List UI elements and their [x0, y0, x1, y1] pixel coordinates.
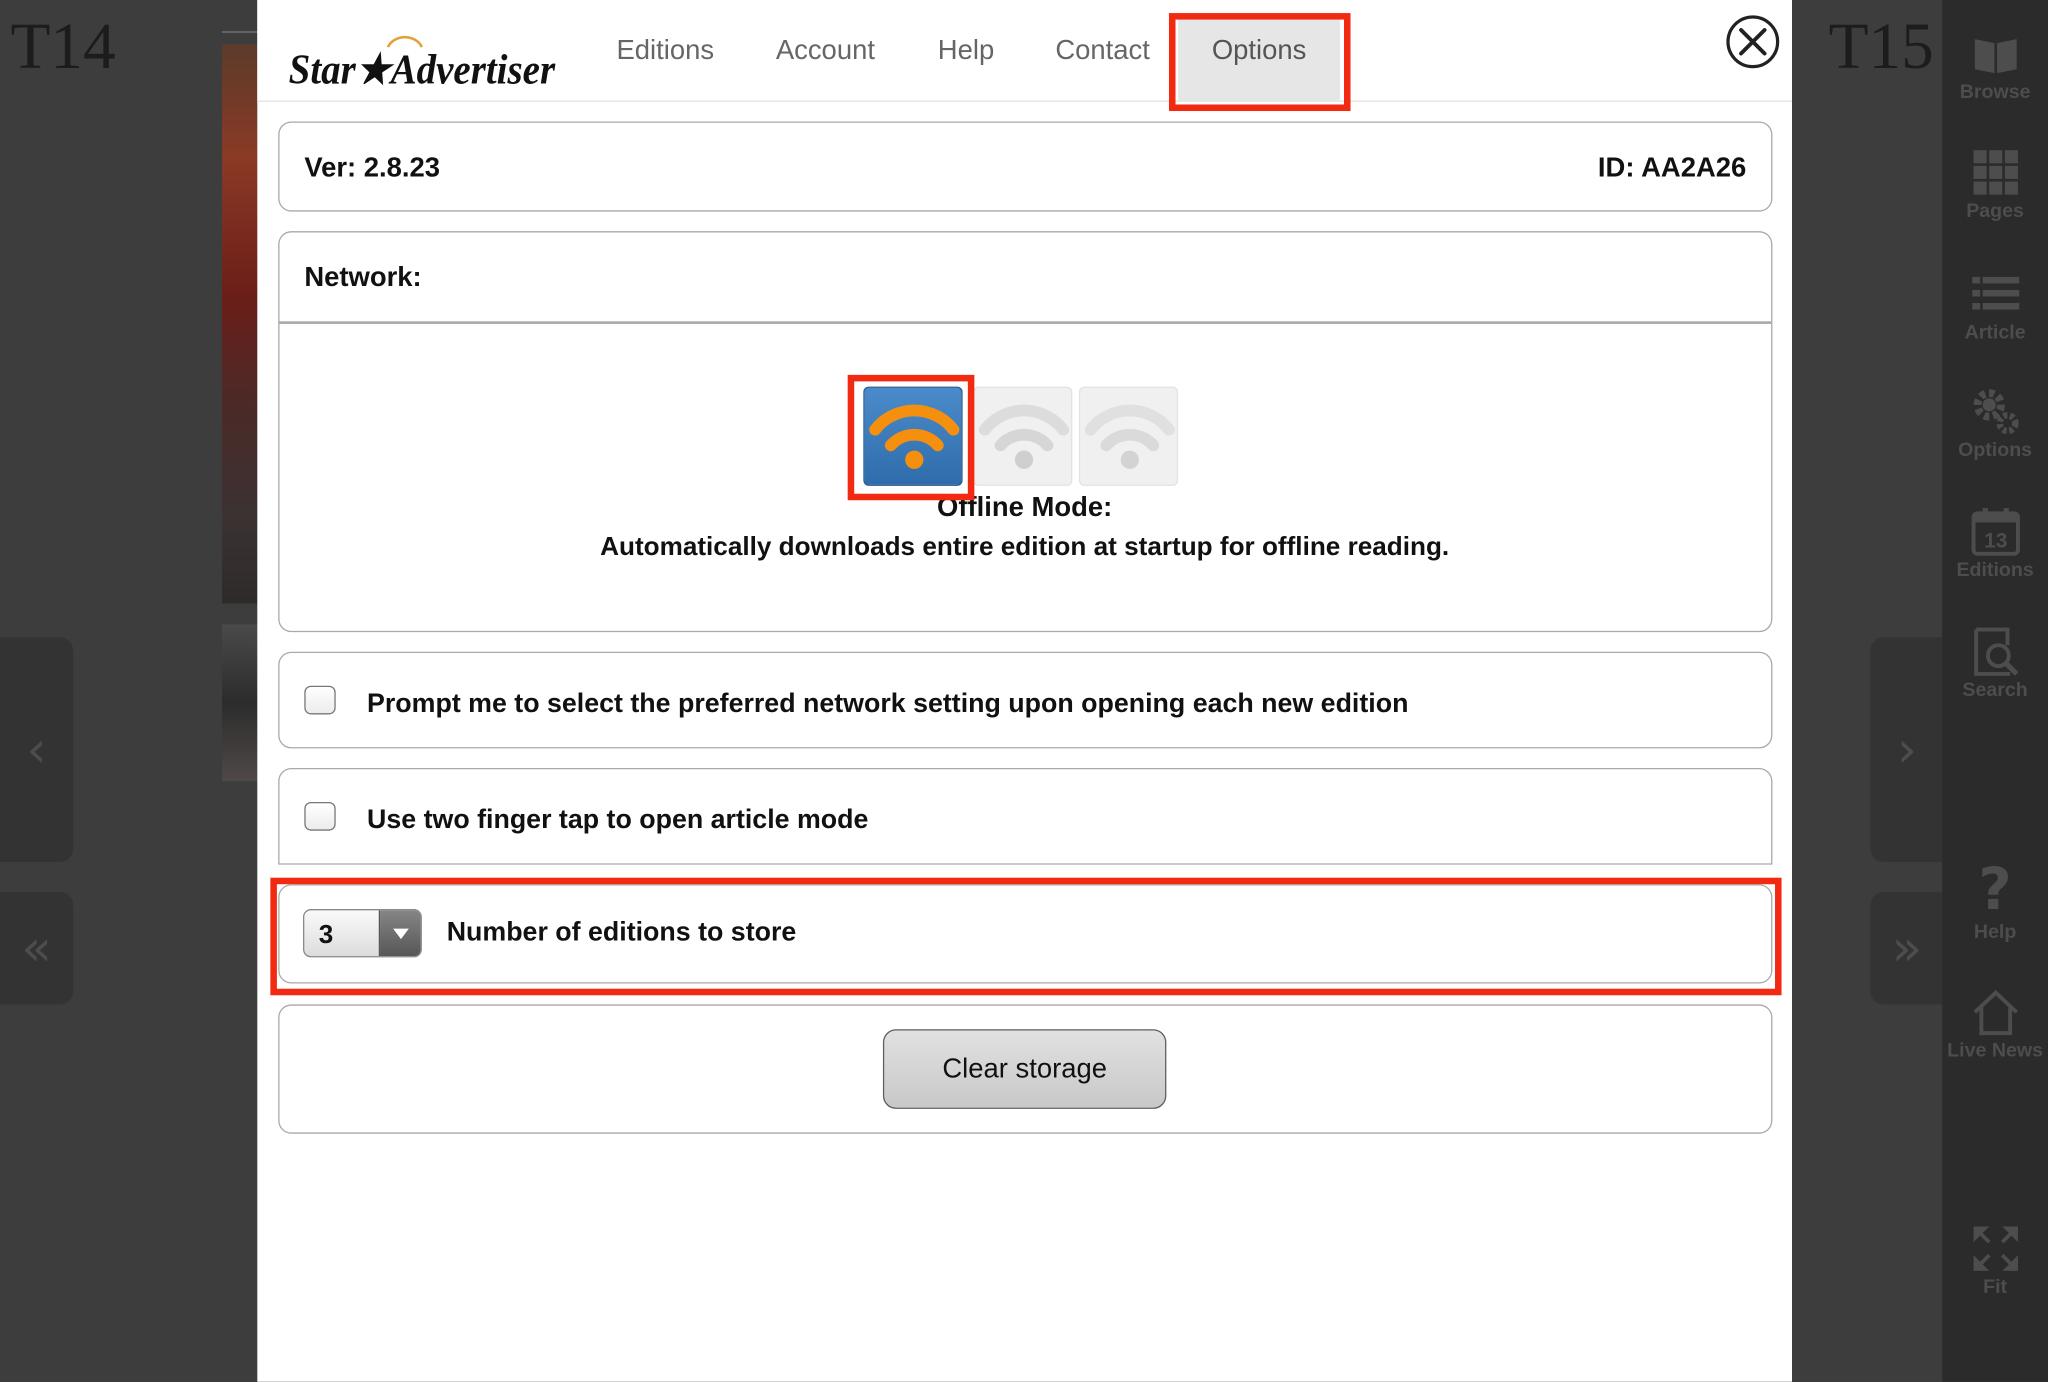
toolbar-browse[interactable]: Browse: [1942, 29, 2048, 103]
prompt-checkbox[interactable]: [304, 685, 336, 715]
select-value: 3: [318, 920, 334, 950]
home-icon: [1972, 989, 2018, 1036]
calendar-icon: 13: [1970, 508, 2020, 556]
two-finger-label: Use two finger tap to open article mode: [367, 804, 869, 835]
chevron-left-icon: ‹: [26, 720, 47, 779]
toolbar-article[interactable]: Article: [1942, 269, 2048, 344]
toolbar-search[interactable]: Search: [1942, 627, 2048, 701]
calendar-badge: 13: [1983, 529, 2006, 552]
toolbar-pages[interactable]: Pages: [1942, 148, 2048, 222]
options-modal: Star★Advertiser Editions Account Help Co…: [257, 0, 1792, 1382]
tab-help[interactable]: Help: [938, 35, 994, 66]
right-page-label: T15: [1828, 9, 1934, 83]
offline-mode-button[interactable]: [863, 386, 963, 486]
wifi-icon: [978, 404, 1070, 469]
book-icon: [1974, 39, 2016, 74]
toolbar-help[interactable]: ? Help: [1942, 856, 2048, 943]
mode-description: Automatically downloads entire edition a…: [600, 532, 1450, 562]
app-stage: T14 T15 ‹ « › » Browse Pages Article Opt…: [0, 0, 2048, 1382]
page-photo: [222, 44, 259, 604]
version-card: Ver: 2.8.23 ID: AA2A26: [278, 121, 1773, 212]
gears-icon: [1972, 389, 2018, 435]
double-chevron-left-icon: «: [21, 919, 52, 977]
no-network-mode-button[interactable]: [1078, 386, 1179, 486]
tab-options[interactable]: Options: [1178, 16, 1341, 101]
prev-page-button[interactable]: ‹: [0, 637, 74, 863]
fit-icon: [1972, 1226, 2018, 1271]
dropdown-arrow-icon: [378, 910, 421, 957]
page-edge-line: [222, 31, 262, 33]
two-finger-checkbox[interactable]: [304, 801, 336, 831]
right-toolbar: Browse Pages Article Options 13 Editions…: [1942, 0, 2048, 1382]
editions-store-label: Number of editions to store: [446, 916, 797, 947]
toolbar-fit[interactable]: Fit: [1942, 1224, 2048, 1298]
two-finger-card: Use two finger tap to open article mode: [278, 767, 1773, 865]
modal-header: Star★Advertiser Editions Account Help Co…: [257, 0, 1792, 102]
next-page-button[interactable]: ›: [1870, 637, 1944, 863]
question-icon: ?: [1978, 856, 2012, 924]
mode-title: Offline Mode:: [937, 492, 1113, 523]
svg-text:Star★Advertiser: Star★Advertiser: [289, 48, 556, 94]
toolbar-editions[interactable]: 13 Editions: [1942, 507, 2048, 581]
clear-storage-button[interactable]: Clear storage: [882, 1029, 1167, 1109]
tab-account[interactable]: Account: [776, 35, 875, 66]
editions-count-select[interactable]: 3: [303, 909, 422, 958]
search-page-icon: [1973, 627, 2018, 676]
chevron-right-icon: ›: [1896, 720, 1917, 779]
close-icon[interactable]: [1725, 14, 1780, 69]
grid-icon: [1972, 150, 2018, 195]
toolbar-live-news[interactable]: Live News: [1942, 987, 2048, 1062]
double-chevron-right-icon: »: [1891, 919, 1923, 977]
network-label: Network:: [304, 262, 422, 293]
tab-editions[interactable]: Editions: [616, 35, 714, 66]
editions-store-card: Number of editions to store: [278, 884, 1773, 984]
wifi-icon: [1084, 404, 1175, 469]
page-photo: [222, 624, 259, 782]
first-page-button[interactable]: «: [0, 892, 74, 1005]
last-page-button[interactable]: »: [1870, 892, 1944, 1005]
version-text: Ver: 2.8.23: [304, 152, 441, 183]
left-page-label: T14: [10, 9, 116, 83]
list-icon: [1971, 276, 2019, 310]
toolbar-options[interactable]: Options: [1942, 387, 2048, 461]
wifi-icon: [869, 404, 960, 469]
star-advertiser-logo: Star★Advertiser: [289, 35, 556, 94]
prompt-setting-card: Prompt me to select the preferred networ…: [278, 651, 1773, 749]
prompt-checkbox-label: Prompt me to select the preferred networ…: [367, 688, 1409, 719]
divider: [279, 321, 1772, 324]
online-mode-button[interactable]: [973, 386, 1073, 486]
device-id: ID: AA2A26: [1597, 152, 1747, 183]
tab-contact[interactable]: Contact: [1055, 35, 1150, 66]
